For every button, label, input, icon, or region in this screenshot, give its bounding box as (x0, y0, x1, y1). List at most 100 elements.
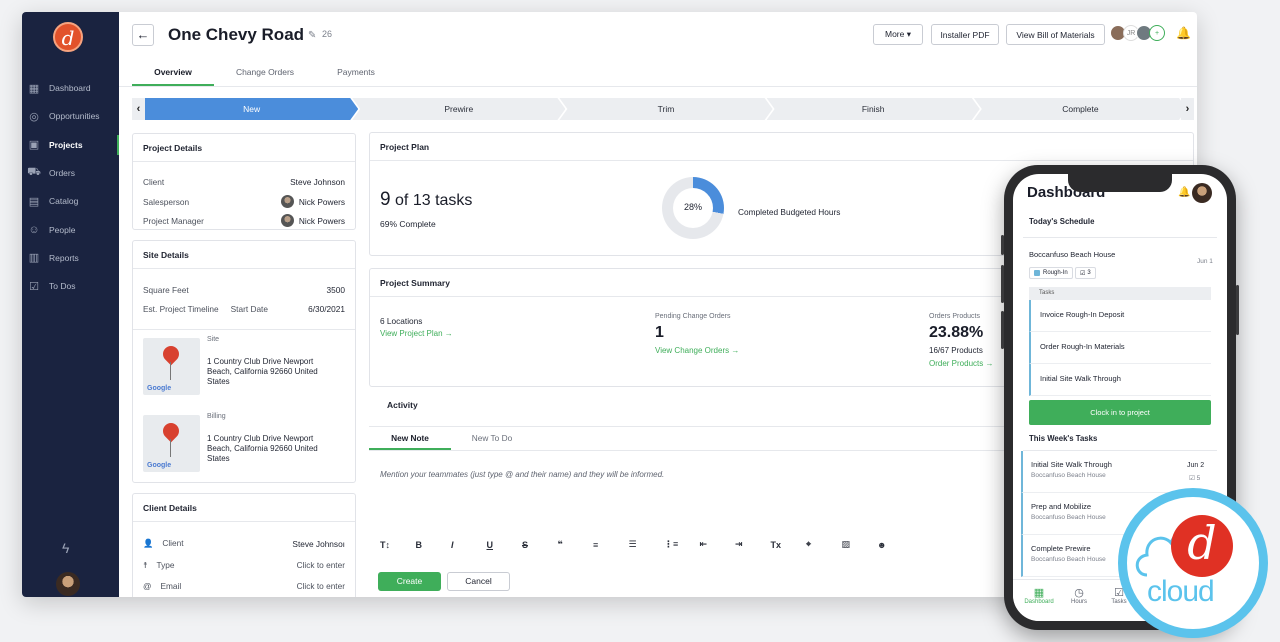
add-member-icon[interactable]: + (1149, 25, 1165, 41)
indent-icon[interactable]: ⇥ (735, 539, 771, 550)
bell-icon[interactable]: 🔔 (1176, 26, 1191, 40)
week-task-site: Boccanfuso Beach House (1031, 556, 1106, 563)
d-cloud-logo: d cloud (1118, 488, 1268, 638)
pencil-icon[interactable]: ✎ (308, 30, 316, 41)
installer-pdf-button[interactable]: Installer PDF (931, 24, 999, 45)
job-name[interactable]: Boccanfuso Beach House (1029, 250, 1115, 259)
tab-change-orders[interactable]: Change Orders (214, 60, 316, 86)
orders-sub: 16/67 Products (929, 346, 983, 355)
email-value[interactable]: Click to enter (297, 581, 345, 591)
clock-in-button[interactable]: Clock in to project (1029, 400, 1211, 425)
quote-icon[interactable]: ❝ (558, 539, 594, 550)
clear-format-icon[interactable]: Tx (771, 540, 807, 550)
stage-complete[interactable]: Complete (974, 98, 1187, 120)
sidebar-item-dashboard[interactable]: ▦Dashboard (22, 74, 119, 102)
complete-percent: 69% Complete (380, 219, 436, 229)
tab-label: Dashboard (1024, 599, 1053, 605)
tab-overview[interactable]: Overview (132, 60, 214, 86)
image-icon[interactable]: ▨ (842, 539, 878, 550)
order-products-link[interactable]: Order Products → (929, 359, 993, 368)
start-date-value[interactable]: 6/30/2021 (308, 304, 345, 314)
map-pin-icon (160, 343, 183, 366)
chevron-left-icon[interactable]: ‹ (132, 98, 145, 120)
client-value[interactable]: Steve Johnson (290, 177, 345, 187)
tab-new-note[interactable]: New Note (369, 426, 451, 450)
sidebar-nav: ▦Dashboard ◎Opportunities ▣Projects ⛟Ord… (22, 74, 119, 300)
stage-new[interactable]: New (145, 98, 358, 120)
map-pin-stem (170, 362, 171, 380)
week-task-item[interactable]: Initial Site Walk Through Boccanfuso Bea… (1021, 451, 1211, 493)
site-label: Site (207, 336, 219, 343)
text-size-icon[interactable]: T↕ (380, 540, 416, 550)
sidebar-item-people[interactable]: ☺People (22, 215, 119, 243)
sidebar-item-reports[interactable]: ▥Reports (22, 244, 119, 272)
cancel-button[interactable]: Cancel (447, 572, 510, 591)
project-manager-value[interactable]: Nick Powers (281, 214, 345, 227)
bell-icon[interactable]: 🔔 (1178, 187, 1190, 198)
bolt-icon[interactable]: ϟ (62, 540, 69, 556)
checklist-icon: ☑ (27, 279, 41, 293)
stage-prewire[interactable]: Prewire (352, 98, 565, 120)
phone-tab-dashboard[interactable]: ▦Dashboard (1022, 586, 1056, 605)
week-task-site: Boccanfuso Beach House (1031, 472, 1106, 479)
square-feet-value[interactable]: 3500 (327, 285, 345, 295)
billing-map[interactable]: Google (143, 415, 200, 472)
sidebar-item-orders[interactable]: ⛟Orders (22, 159, 119, 187)
type-value[interactable]: Click to enter (297, 560, 345, 570)
brand-logo[interactable]: d (53, 22, 83, 52)
client-details-card: Client Details 👤ClientSteve Johnsoı ☨Typ… (132, 493, 356, 597)
view-change-orders-link[interactable]: View Change Orders → (655, 346, 739, 355)
dashboard-icon: ▦ (1022, 586, 1056, 599)
strikethrough-icon[interactable]: S (522, 540, 558, 550)
top-bar: ← One Chevy Road ✎ 26 More ▾ Installer P… (119, 12, 1197, 60)
card-title: Client Details (133, 494, 355, 522)
link-icon[interactable]: ⌖ (806, 539, 842, 550)
numbered-list-icon[interactable]: ⋮≡ (664, 539, 700, 550)
avatar[interactable] (1192, 183, 1212, 203)
sidebar-item-opportunities[interactable]: ◎Opportunities (22, 102, 119, 130)
tab-new-todo[interactable]: New To Do (451, 426, 533, 450)
underline-icon[interactable]: U (487, 540, 523, 550)
chip-count: 3 (1087, 270, 1090, 276)
bullet-list-icon[interactable]: ☰ (629, 539, 665, 550)
today-schedule-label: Today's Schedule (1029, 217, 1094, 226)
field-label: Salesperson (143, 197, 189, 207)
outdent-icon[interactable]: ⇤ (700, 539, 736, 550)
italic-icon[interactable]: I (451, 540, 487, 550)
view-project-plan-link[interactable]: View Project Plan → (380, 329, 453, 338)
back-button[interactable]: ← (132, 24, 154, 46)
salesperson-row: Salesperson Nick Powers (143, 195, 345, 208)
phone-side-button (1001, 311, 1004, 349)
sidebar-item-projects[interactable]: ▣Projects (22, 131, 119, 159)
sidebar-item-catalog[interactable]: ▤Catalog (22, 187, 119, 215)
donut-caption: Completed Budgeted Hours (738, 207, 840, 217)
task-item[interactable]: Invoice Rough-In Deposit (1029, 300, 1211, 332)
task-item[interactable]: Initial Site Walk Through (1029, 364, 1211, 396)
create-button[interactable]: Create (378, 572, 441, 591)
stage-trim[interactable]: Trim (559, 98, 772, 120)
stage-finish[interactable]: Finish (767, 98, 980, 120)
phone-tab-hours[interactable]: ◷Hours (1062, 586, 1096, 605)
salesperson-value[interactable]: Nick Powers (281, 195, 345, 208)
chip-label: Rough-In (1043, 270, 1068, 276)
bold-icon[interactable]: B (416, 540, 452, 550)
align-icon[interactable]: ≡ (593, 540, 629, 550)
target-icon: ◎ (27, 109, 41, 123)
tab-payments[interactable]: Payments (316, 60, 396, 86)
task-item[interactable]: Order Rough-In Materials (1029, 332, 1211, 364)
week-task-name: Complete Prewire (1031, 544, 1091, 553)
note-input[interactable]: Mention your teammates (just type @ and … (380, 470, 664, 479)
user-avatar[interactable] (56, 572, 80, 596)
sidebar-item-todos[interactable]: ☑To Dos (22, 272, 119, 300)
person-type-icon: ☨ (143, 560, 148, 570)
client-value[interactable]: Steve Johnsoı (292, 539, 345, 549)
site-map[interactable]: Google (143, 338, 200, 395)
tasks-header: Tasks (1029, 287, 1211, 300)
emoji-icon[interactable]: ☻ (877, 540, 913, 550)
field-label: Square Feet (143, 285, 189, 295)
more-button[interactable]: More ▾ (873, 24, 923, 45)
dashboard-icon: ▦ (27, 81, 41, 95)
bill-of-materials-button[interactable]: View Bill of Materials (1006, 24, 1105, 45)
project-manager-name: Nick Powers (299, 216, 345, 226)
field-label: Client (143, 177, 164, 187)
